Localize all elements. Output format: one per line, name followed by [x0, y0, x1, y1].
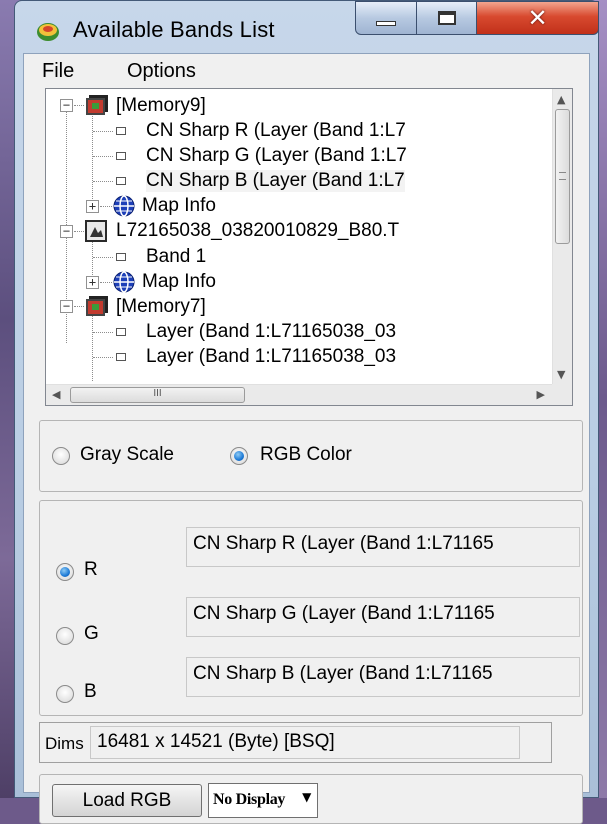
tree-node-band[interactable]: Band 1	[114, 244, 206, 269]
tree-node-file[interactable]: L72165038_03820010829_B80.T	[84, 218, 399, 243]
tree-node-layer[interactable]: Layer (Band 1:L71165038_03	[114, 344, 396, 369]
globe-icon	[113, 270, 135, 293]
tree-node-label: [Memory9]	[116, 94, 206, 116]
globe-icon	[113, 194, 135, 217]
r-channel-radio[interactable]	[56, 563, 74, 581]
maximize-icon	[437, 11, 456, 25]
tree-node-label: Map Info	[142, 270, 216, 292]
band-leaf-icon	[116, 327, 126, 336]
tree-node-memory9[interactable]: [Memory9]	[84, 93, 206, 118]
scroll-up-arrow-icon[interactable]: ▲	[557, 93, 565, 106]
tree-node-map-info[interactable]: Map Info	[112, 269, 216, 294]
file-image-icon	[85, 219, 107, 242]
tree-node-label: Layer (Band 1:L71165038_03	[146, 345, 397, 367]
title-bar[interactable]: Available Bands List ✕	[15, 1, 599, 49]
menu-bar: File Options	[24, 54, 589, 88]
gray-scale-radio[interactable]	[52, 447, 70, 465]
rgb-color-radio[interactable]	[230, 447, 248, 465]
tree-node-band[interactable]: CN Sharp R (Layer (Band 1:L7	[114, 118, 406, 143]
dims-group: Dims 16481 x 14521 (Byte) [BSQ]	[39, 722, 583, 765]
tree-node-band-selected[interactable]: CN Sharp B (Layer (Band 1:L7	[114, 168, 405, 193]
tree-horizontal-scrollbar[interactable]: ◀ III ▶	[46, 384, 553, 405]
r-band-field[interactable]: CN Sharp R (Layer (Band 1:L71165	[186, 527, 580, 567]
memory-image-icon	[86, 94, 108, 115]
available-bands-window: Available Bands List ✕ File Options − [M…	[14, 0, 599, 824]
dims-box: Dims 16481 x 14521 (Byte) [BSQ]	[39, 722, 552, 763]
gray-scale-label[interactable]: Gray Scale	[80, 444, 174, 466]
display-select[interactable]: No Display ▼	[208, 783, 318, 818]
display-select-value: No Display	[213, 791, 286, 808]
dims-value: 16481 x 14521 (Byte) [BSQ]	[90, 726, 520, 759]
tree-node-label: CN Sharp R (Layer (Band 1:L7	[146, 119, 406, 141]
band-leaf-icon	[116, 126, 126, 135]
band-leaf-icon	[116, 176, 126, 185]
rgb-band-group: R CN Sharp R (Layer (Band 1:L71165 G CN …	[39, 500, 583, 716]
horizontal-scroll-thumb[interactable]: III	[70, 387, 245, 403]
expand-toggle-map-info[interactable]: +	[86, 200, 99, 213]
caption-buttons: ✕	[355, 1, 599, 35]
chevron-down-icon: ▼	[302, 790, 311, 804]
maximize-button[interactable]	[417, 1, 477, 35]
memory-image-icon	[86, 295, 108, 316]
grip-icon	[559, 172, 566, 180]
tree-node-label: L72165038_03820010829_B80.T	[116, 219, 400, 241]
minimize-button[interactable]	[355, 1, 417, 35]
load-group: Load RGB No Display ▼	[39, 774, 583, 824]
band-leaf-icon	[116, 151, 126, 160]
scrollbar-corner	[552, 384, 572, 405]
b-channel-label[interactable]: B	[84, 681, 97, 703]
close-icon: ✕	[527, 4, 548, 32]
window-title: Available Bands List	[73, 17, 275, 42]
g-channel-label[interactable]: G	[84, 623, 99, 645]
envi-app-icon	[37, 23, 59, 41]
tree-node-map-info[interactable]: Map Info	[112, 193, 216, 218]
tree-node-label: Layer (Band 1:L71165038_03	[146, 320, 397, 342]
tree-node-band[interactable]: CN Sharp G (Layer (Band 1:L7	[114, 143, 407, 168]
tree-node-layer[interactable]: Layer (Band 1:L71165038_03	[114, 319, 396, 344]
load-rgb-button[interactable]: Load RGB	[52, 784, 202, 817]
tree-vertical-scrollbar[interactable]: ▲ ▼	[552, 89, 572, 385]
r-channel-label[interactable]: R	[84, 559, 98, 581]
expand-toggle-map-info[interactable]: +	[86, 276, 99, 289]
tree-connector	[92, 313, 93, 381]
tree-node-label: [Memory7]	[116, 295, 206, 317]
collapse-toggle-memory9[interactable]: −	[60, 99, 73, 112]
minimize-icon	[376, 20, 396, 26]
tree-connector	[92, 237, 93, 279]
b-band-field[interactable]: CN Sharp B (Layer (Band 1:L71165	[186, 657, 580, 697]
scroll-down-arrow-icon[interactable]: ▼	[557, 368, 565, 381]
tree-node-label: Map Info	[142, 194, 216, 216]
g-channel-radio[interactable]	[56, 627, 74, 645]
color-mode-group: Gray Scale RGB Color	[39, 420, 583, 492]
menu-file[interactable]: File	[42, 60, 74, 83]
tree-connector	[92, 109, 93, 201]
b-channel-radio[interactable]	[56, 685, 74, 703]
close-button[interactable]: ✕	[477, 1, 599, 35]
scroll-left-arrow-icon[interactable]: ◀	[52, 388, 60, 401]
g-band-field[interactable]: CN Sharp G (Layer (Band 1:L71165	[186, 597, 580, 637]
collapse-toggle-memory7[interactable]: −	[60, 300, 73, 313]
tree-node-memory7[interactable]: [Memory7]	[84, 294, 206, 319]
tree-node-label: CN Sharp G (Layer (Band 1:L7	[146, 144, 407, 166]
collapse-toggle-file[interactable]: −	[60, 225, 73, 238]
tree-node-label: CN Sharp B (Layer (Band 1:L7	[146, 169, 405, 192]
rgb-color-label[interactable]: RGB Color	[260, 444, 352, 466]
dims-label: Dims	[45, 734, 84, 753]
window-client-area: File Options − [Memory9] CN Sharp R (Lay…	[23, 53, 590, 824]
vertical-scroll-thumb[interactable]	[555, 109, 570, 244]
band-leaf-icon	[116, 252, 126, 261]
tree-node-label: Band 1	[146, 245, 207, 267]
scroll-right-arrow-icon[interactable]: ▶	[537, 388, 545, 401]
band-leaf-icon	[116, 352, 126, 361]
menu-options[interactable]: Options	[127, 60, 196, 83]
bands-tree[interactable]: − [Memory9] CN Sharp R (Layer (Band 1:L7	[45, 88, 573, 406]
